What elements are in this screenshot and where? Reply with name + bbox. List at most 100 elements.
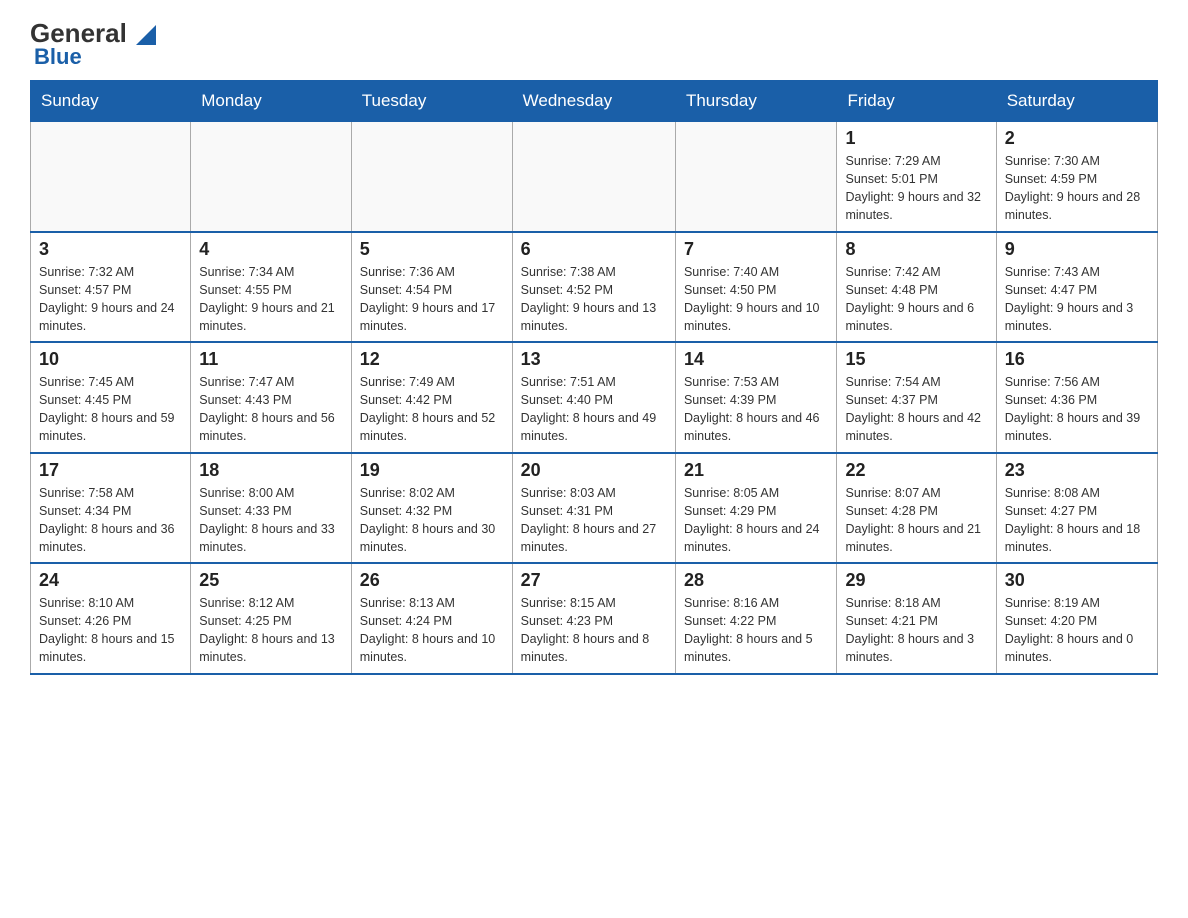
calendar-cell: 21 Sunrise: 8:05 AMSunset: 4:29 PMDayligh… — [675, 453, 837, 564]
calendar-week-1: 1 Sunrise: 7:29 AMSunset: 5:01 PMDaylight… — [31, 122, 1158, 232]
calendar-cell: 17 Sunrise: 7:58 AMSunset: 4:34 PMDayligh… — [31, 453, 191, 564]
day-info: Sunrise: 8:16 AMSunset: 4:22 PMDaylight:… — [684, 596, 813, 664]
day-info: Sunrise: 8:05 AMSunset: 4:29 PMDaylight:… — [684, 486, 820, 554]
calendar-cell: 3 Sunrise: 7:32 AMSunset: 4:57 PMDaylight… — [31, 232, 191, 343]
logo: General Blue — [30, 20, 156, 70]
day-number: 30 — [1005, 570, 1149, 591]
calendar-week-4: 17 Sunrise: 7:58 AMSunset: 4:34 PMDayligh… — [31, 453, 1158, 564]
weekday-header-thursday: Thursday — [675, 81, 837, 122]
day-number: 9 — [1005, 239, 1149, 260]
day-info: Sunrise: 7:51 AMSunset: 4:40 PMDaylight:… — [521, 375, 657, 443]
calendar-cell: 27Sunrise: 8:15 AMSunset: 4:23 PMDayligh… — [512, 563, 675, 674]
calendar-body: 1 Sunrise: 7:29 AMSunset: 5:01 PMDaylight… — [31, 122, 1158, 674]
day-info: Sunrise: 7:32 AMSunset: 4:57 PMDaylight:… — [39, 265, 175, 333]
calendar-cell: 15 Sunrise: 7:54 AMSunset: 4:37 PMDayligh… — [837, 342, 996, 453]
weekday-header-tuesday: Tuesday — [351, 81, 512, 122]
day-number: 29 — [845, 570, 987, 591]
calendar-cell: 16 Sunrise: 7:56 AMSunset: 4:36 PMDayligh… — [996, 342, 1157, 453]
calendar-cell: 25 Sunrise: 8:12 AMSunset: 4:25 PMDayligh… — [191, 563, 352, 674]
weekday-header-friday: Friday — [837, 81, 996, 122]
day-number: 17 — [39, 460, 182, 481]
calendar-cell: 7 Sunrise: 7:40 AMSunset: 4:50 PMDaylight… — [675, 232, 837, 343]
calendar-cell: 5 Sunrise: 7:36 AMSunset: 4:54 PMDaylight… — [351, 232, 512, 343]
day-info: Sunrise: 7:56 AMSunset: 4:36 PMDaylight:… — [1005, 375, 1141, 443]
calendar-cell: 22 Sunrise: 8:07 AMSunset: 4:28 PMDayligh… — [837, 453, 996, 564]
day-info: Sunrise: 7:47 AMSunset: 4:43 PMDaylight:… — [199, 375, 335, 443]
day-info: Sunrise: 8:02 AMSunset: 4:32 PMDaylight:… — [360, 486, 496, 554]
day-number: 5 — [360, 239, 504, 260]
weekday-header-sunday: Sunday — [31, 81, 191, 122]
day-number: 19 — [360, 460, 504, 481]
weekday-header-monday: Monday — [191, 81, 352, 122]
day-info: Sunrise: 8:07 AMSunset: 4:28 PMDaylight:… — [845, 486, 981, 554]
calendar-cell: 8Sunrise: 7:42 AMSunset: 4:48 PMDaylight… — [837, 232, 996, 343]
calendar-cell: 4Sunrise: 7:34 AMSunset: 4:55 PMDaylight… — [191, 232, 352, 343]
calendar-cell: 26Sunrise: 8:13 AMSunset: 4:24 PMDayligh… — [351, 563, 512, 674]
day-info: Sunrise: 8:00 AMSunset: 4:33 PMDaylight:… — [199, 486, 335, 554]
calendar-cell: 30 Sunrise: 8:19 AMSunset: 4:20 PMDayligh… — [996, 563, 1157, 674]
calendar-cell: 18 Sunrise: 8:00 AMSunset: 4:33 PMDayligh… — [191, 453, 352, 564]
day-number: 25 — [199, 570, 343, 591]
day-number: 14 — [684, 349, 829, 370]
day-number: 13 — [521, 349, 667, 370]
calendar-cell: 13 Sunrise: 7:51 AMSunset: 4:40 PMDayligh… — [512, 342, 675, 453]
calendar-cell: 10 Sunrise: 7:45 AMSunset: 4:45 PMDayligh… — [31, 342, 191, 453]
day-number: 1 — [845, 128, 987, 149]
day-number: 7 — [684, 239, 829, 260]
day-info: Sunrise: 8:10 AMSunset: 4:26 PMDaylight:… — [39, 596, 175, 664]
calendar-cell — [351, 122, 512, 232]
day-info: Sunrise: 8:19 AMSunset: 4:20 PMDaylight:… — [1005, 596, 1134, 664]
day-info: Sunrise: 7:54 AMSunset: 4:37 PMDaylight:… — [845, 375, 981, 443]
day-info: Sunrise: 7:58 AMSunset: 4:34 PMDaylight:… — [39, 486, 175, 554]
weekday-header-saturday: Saturday — [996, 81, 1157, 122]
day-number: 27 — [521, 570, 667, 591]
calendar-week-2: 3 Sunrise: 7:32 AMSunset: 4:57 PMDaylight… — [31, 232, 1158, 343]
calendar-cell: 2 Sunrise: 7:30 AMSunset: 4:59 PMDaylight… — [996, 122, 1157, 232]
day-info: Sunrise: 7:34 AMSunset: 4:55 PMDaylight:… — [199, 265, 335, 333]
day-info: Sunrise: 8:12 AMSunset: 4:25 PMDaylight:… — [199, 596, 335, 664]
calendar-cell: 14 Sunrise: 7:53 AMSunset: 4:39 PMDayligh… — [675, 342, 837, 453]
day-info: Sunrise: 8:13 AMSunset: 4:24 PMDaylight:… — [360, 596, 496, 664]
day-number: 23 — [1005, 460, 1149, 481]
calendar-header: SundayMondayTuesdayWednesdayThursdayFrid… — [31, 81, 1158, 122]
calendar-cell: 28 Sunrise: 8:16 AMSunset: 4:22 PMDayligh… — [675, 563, 837, 674]
day-info: Sunrise: 7:38 AMSunset: 4:52 PMDaylight:… — [521, 265, 657, 333]
weekday-header-row: SundayMondayTuesdayWednesdayThursdayFrid… — [31, 81, 1158, 122]
day-number: 2 — [1005, 128, 1149, 149]
day-info: Sunrise: 7:45 AMSunset: 4:45 PMDaylight:… — [39, 375, 175, 443]
logo-general-text: General — [30, 20, 156, 46]
day-number: 16 — [1005, 349, 1149, 370]
day-number: 21 — [684, 460, 829, 481]
logo-blue-text: Blue — [30, 44, 82, 70]
day-info: Sunrise: 7:36 AMSunset: 4:54 PMDaylight:… — [360, 265, 496, 333]
day-number: 22 — [845, 460, 987, 481]
day-info: Sunrise: 7:49 AMSunset: 4:42 PMDaylight:… — [360, 375, 496, 443]
calendar-week-3: 10 Sunrise: 7:45 AMSunset: 4:45 PMDayligh… — [31, 342, 1158, 453]
calendar-cell: 9Sunrise: 7:43 AMSunset: 4:47 PMDaylight… — [996, 232, 1157, 343]
day-number: 3 — [39, 239, 182, 260]
day-info: Sunrise: 8:18 AMSunset: 4:21 PMDaylight:… — [845, 596, 974, 664]
day-number: 18 — [199, 460, 343, 481]
calendar-cell: 29 Sunrise: 8:18 AMSunset: 4:21 PMDayligh… — [837, 563, 996, 674]
calendar-week-5: 24Sunrise: 8:10 AMSunset: 4:26 PMDayligh… — [31, 563, 1158, 674]
day-number: 8 — [845, 239, 987, 260]
day-info: Sunrise: 7:29 AMSunset: 5:01 PMDaylight:… — [845, 154, 981, 222]
day-info: Sunrise: 7:53 AMSunset: 4:39 PMDaylight:… — [684, 375, 820, 443]
day-number: 6 — [521, 239, 667, 260]
calendar-cell: 1 Sunrise: 7:29 AMSunset: 5:01 PMDaylight… — [837, 122, 996, 232]
day-number: 15 — [845, 349, 987, 370]
day-number: 10 — [39, 349, 182, 370]
calendar-table: SundayMondayTuesdayWednesdayThursdayFrid… — [30, 80, 1158, 675]
calendar-cell — [675, 122, 837, 232]
calendar-cell: 19 Sunrise: 8:02 AMSunset: 4:32 PMDayligh… — [351, 453, 512, 564]
calendar-cell: 6 Sunrise: 7:38 AMSunset: 4:52 PMDaylight… — [512, 232, 675, 343]
page-header: General Blue — [30, 20, 1158, 70]
day-info: Sunrise: 8:03 AMSunset: 4:31 PMDaylight:… — [521, 486, 657, 554]
calendar-cell — [191, 122, 352, 232]
day-info: Sunrise: 7:30 AMSunset: 4:59 PMDaylight:… — [1005, 154, 1141, 222]
day-info: Sunrise: 7:40 AMSunset: 4:50 PMDaylight:… — [684, 265, 820, 333]
calendar-cell: 11 Sunrise: 7:47 AMSunset: 4:43 PMDayligh… — [191, 342, 352, 453]
calendar-cell: 20Sunrise: 8:03 AMSunset: 4:31 PMDayligh… — [512, 453, 675, 564]
day-number: 28 — [684, 570, 829, 591]
day-number: 11 — [199, 349, 343, 370]
